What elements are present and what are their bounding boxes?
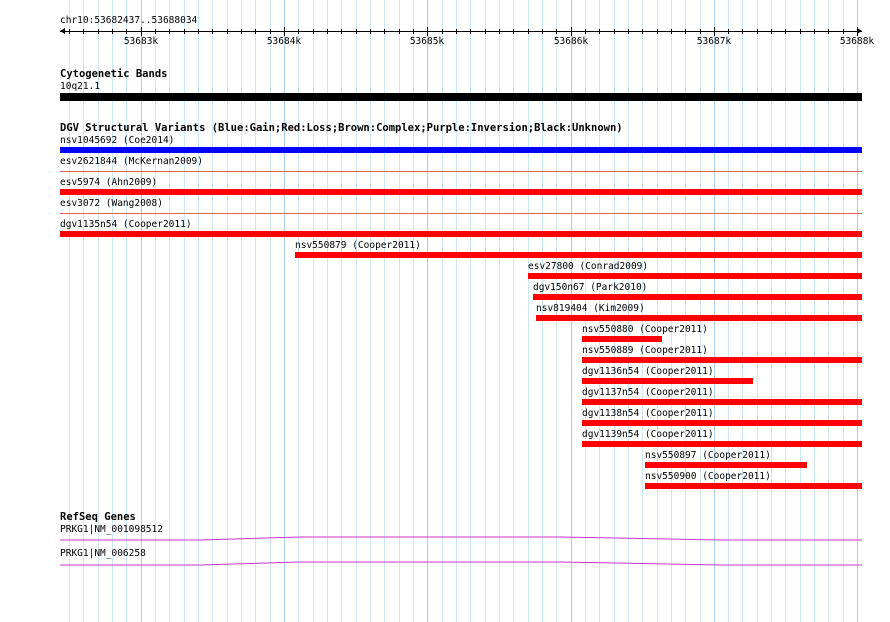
gene-models xyxy=(60,536,862,566)
gene-intron-line[interactable] xyxy=(60,536,862,541)
gene-intron-line[interactable] xyxy=(60,561,862,566)
